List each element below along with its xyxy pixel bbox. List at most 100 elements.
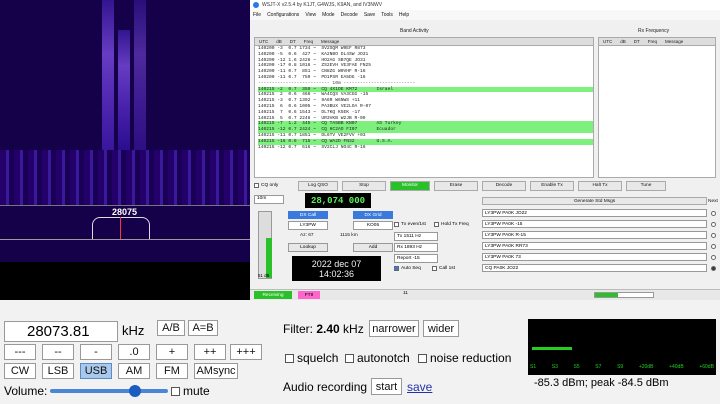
dx-call-input[interactable]: LY3PW xyxy=(288,221,328,230)
mute-checkbox[interactable]: mute xyxy=(171,384,210,398)
menu-mode[interactable]: Mode xyxy=(322,12,335,18)
rx-frequency-spin[interactable]: Rx 1893 Hz xyxy=(394,243,438,252)
add-button[interactable]: Add xyxy=(353,243,393,252)
rx-frequency-heading: Rx Frequency xyxy=(638,28,670,34)
tx4-radio[interactable] xyxy=(711,244,716,249)
menu-configurations[interactable]: Configurations xyxy=(267,12,299,18)
mode-cw-button[interactable]: CW xyxy=(4,363,36,379)
audio-recording-label: Audio recording xyxy=(283,380,368,394)
volume-slider[interactable] xyxy=(50,385,168,397)
tx4-message[interactable]: LY3PW PA0K RR73 xyxy=(482,242,707,250)
log-qso-button[interactable]: Log QSO xyxy=(298,180,338,191)
filter-value: 2.40 xyxy=(316,322,340,336)
report-spin[interactable]: Report -15 xyxy=(394,254,438,263)
tx-frequency-spin[interactable]: Tx 1511 Hz xyxy=(394,232,438,241)
enable-tx-button[interactable]: Enable Tx xyxy=(530,180,574,191)
erase-button[interactable]: Erase xyxy=(434,180,478,191)
halt-tx-button[interactable]: Halt Tx xyxy=(578,180,622,191)
signal-meter-bar xyxy=(532,347,572,350)
squelch-checkbox[interactable]: squelch xyxy=(285,351,338,365)
decode-row[interactable]: 140215 -12 0.7 616 ~ SV2CLJ NO4C R-16 xyxy=(258,145,593,151)
rx-frequency-list[interactable]: UTC dB DT Freq Message xyxy=(598,37,716,178)
call-1st-checkbox[interactable]: Call 1st xyxy=(432,266,455,271)
smeter-tick-label: S9 xyxy=(617,364,624,370)
menu-save[interactable]: Save xyxy=(364,12,375,18)
dx-grid-label: DX Grid xyxy=(353,211,393,219)
cq-only-checkbox[interactable]: CQ only xyxy=(254,183,294,188)
step-up-3-button[interactable]: +++ xyxy=(230,344,262,360)
mode-usb-button[interactable]: USB xyxy=(80,363,112,379)
mute-checkbox-box[interactable] xyxy=(171,386,180,396)
audio-level-meter xyxy=(258,211,272,279)
col-utc: UTC xyxy=(259,39,269,44)
passband-indicator[interactable] xyxy=(92,217,150,239)
a-equals-b-button[interactable]: A=B xyxy=(188,320,218,336)
volume-label: Volume: xyxy=(4,384,48,398)
volume-slider-handle[interactable] xyxy=(128,385,141,397)
receiving-status: Receiving xyxy=(254,291,292,299)
band-select[interactable]: 10m xyxy=(254,195,284,204)
azimuth-readout: Az: 67 xyxy=(300,233,314,238)
band-activity-list[interactable]: UTC dB DT Freq Message 140200 -3 0.7 173… xyxy=(254,37,594,178)
audio-level-label: 51 dB xyxy=(258,273,270,278)
tx2-message[interactable]: LY3PW PA0K -15 xyxy=(482,220,707,228)
menu-view[interactable]: View xyxy=(305,12,316,18)
tune-button[interactable]: Tune xyxy=(626,180,666,191)
waterfall-signal xyxy=(118,30,130,150)
col-utc: UTC xyxy=(603,39,613,44)
record-start-button[interactable]: start xyxy=(371,378,402,395)
narrower-button[interactable]: narrower xyxy=(369,320,419,337)
wsjtx-logo-icon xyxy=(253,2,259,8)
date-readout: 2022 dec 07 xyxy=(311,258,362,269)
menu-tools[interactable]: Tools xyxy=(381,12,393,18)
mode-am-button[interactable]: AM xyxy=(118,363,150,379)
round-button[interactable]: .0 xyxy=(118,344,150,360)
record-save-link[interactable]: save xyxy=(407,380,432,394)
step-down-1-button[interactable]: - xyxy=(80,344,112,360)
smeter-tick-label: S7 xyxy=(595,364,602,370)
mode-amsync-button[interactable]: AMsync xyxy=(194,363,238,379)
tx3-radio[interactable] xyxy=(711,233,716,238)
wider-button[interactable]: wider xyxy=(423,320,459,337)
tuning-marker[interactable] xyxy=(120,217,121,239)
band-activity-heading: Band Activity xyxy=(400,28,429,34)
tx-messages-panel: Generate Std Msgs Next LY3PW PA0K JO22 L… xyxy=(482,193,718,281)
menu-help[interactable]: Help xyxy=(399,12,409,18)
menu-decode[interactable]: Decode xyxy=(341,12,358,18)
tx3-message[interactable]: LY3PW PA0K R-15 xyxy=(482,231,707,239)
tx6-radio[interactable] xyxy=(711,266,716,271)
step-up-1-button[interactable]: + xyxy=(156,344,188,360)
waterfall-display[interactable]: 28075 xyxy=(0,0,250,262)
noise-reduction-checkbox[interactable]: noise reduction xyxy=(418,351,511,365)
generate-std-msgs-button[interactable]: Generate Std Msgs xyxy=(482,197,707,205)
step-up-2-button[interactable]: ++ xyxy=(194,344,226,360)
decode-button[interactable]: Decode xyxy=(482,180,526,191)
step-down-2-button[interactable]: -- xyxy=(42,344,74,360)
hold-tx-freq-checkbox[interactable]: Hold Tx Freq xyxy=(434,222,469,227)
tx5-message[interactable]: LY3PW PA0K 73 xyxy=(482,253,707,261)
tx2-radio[interactable] xyxy=(711,222,716,227)
a-b-button[interactable]: A/B xyxy=(157,320,185,336)
col-message: Message xyxy=(665,39,684,44)
dx-grid-input[interactable]: KO05 xyxy=(353,221,393,230)
col-freq: Freq xyxy=(647,39,658,44)
lookup-button[interactable]: Lookup xyxy=(288,243,328,252)
mode-lsb-button[interactable]: LSB xyxy=(42,363,74,379)
window-titlebar[interactable]: WSJT-X v2.5.4 by K1JT, G4WJS, K9AN, and … xyxy=(250,0,720,10)
mode-fm-button[interactable]: FM xyxy=(156,363,188,379)
step-down-3-button[interactable]: --- xyxy=(4,344,36,360)
monitor-button[interactable]: Monitor xyxy=(390,180,430,191)
tx-even-checkbox[interactable]: Tx even/1st xyxy=(394,222,426,227)
sdr-control-panel: 28073.81 kHz A/B A=B --- -- - .0 + ++ ++… xyxy=(0,300,720,404)
tx1-message[interactable]: LY3PW PA0K JO22 xyxy=(482,209,707,217)
tx1-radio[interactable] xyxy=(711,211,716,216)
menu-file[interactable]: File xyxy=(253,12,261,18)
menu-bar: File Configurations View Mode Decode Sav… xyxy=(250,10,720,20)
stop-button[interactable]: Stop xyxy=(342,180,386,191)
auto-seq-checkbox[interactable]: Auto Seq xyxy=(394,266,421,271)
tx5-radio[interactable] xyxy=(711,255,716,260)
next-label: Next xyxy=(708,199,718,204)
frequency-input[interactable]: 28073.81 xyxy=(4,321,118,342)
tx6-message[interactable]: CQ PA0K JO22 xyxy=(482,264,707,272)
autonotch-checkbox[interactable]: autonotch xyxy=(345,351,410,365)
